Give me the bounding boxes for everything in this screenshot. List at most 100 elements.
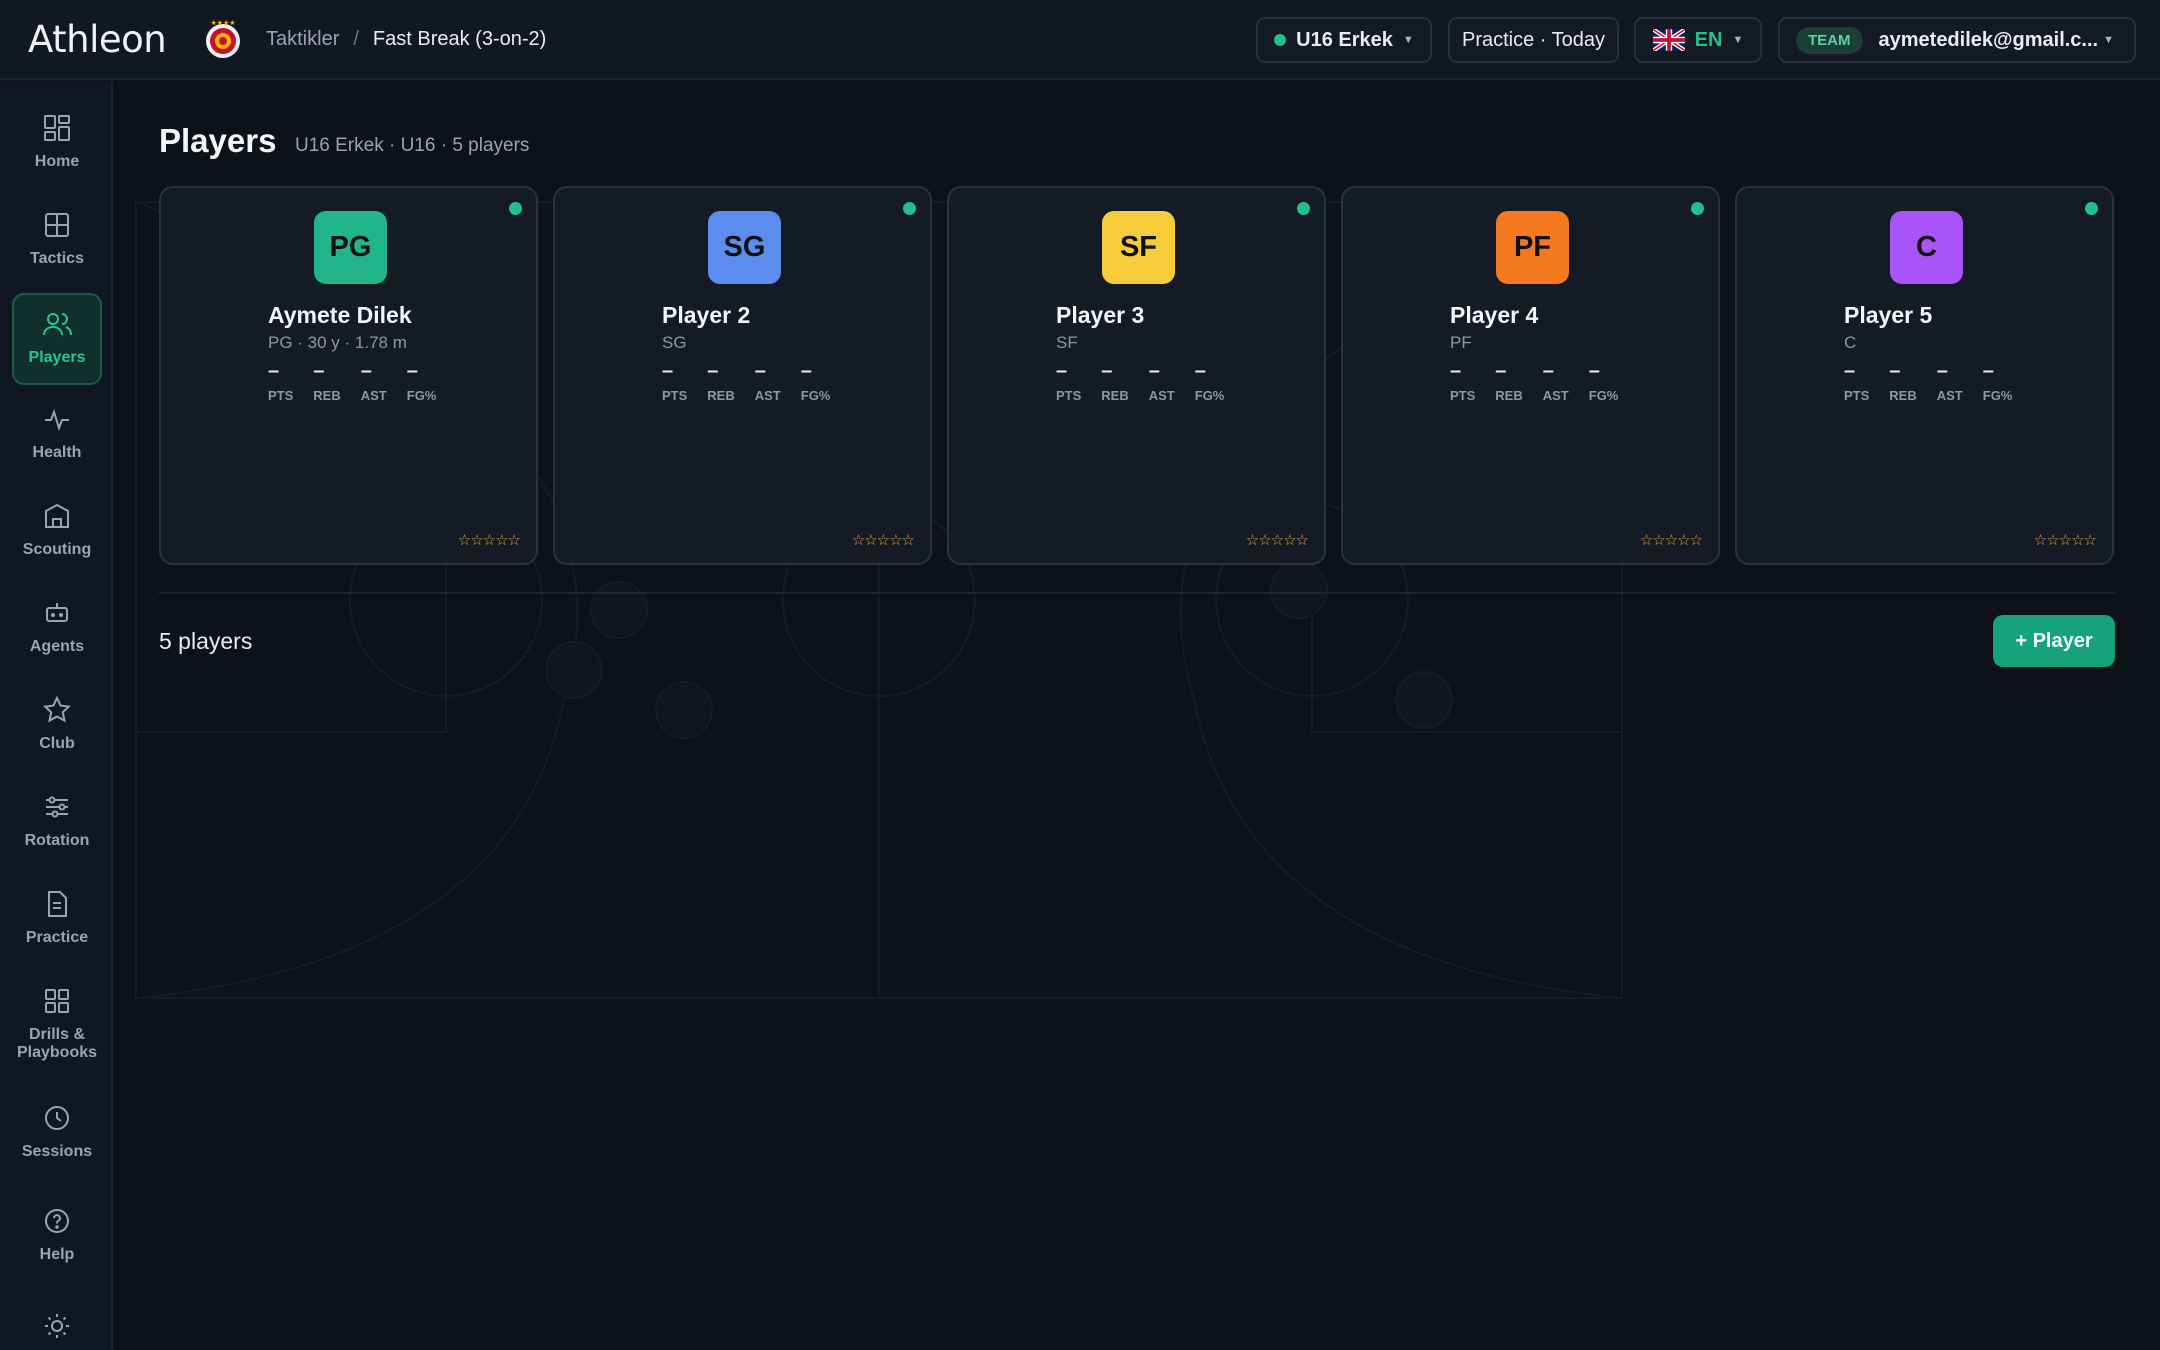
player-name[interactable]: Player 5 bbox=[1844, 302, 1932, 329]
sidebar-item-label: Club bbox=[39, 735, 75, 752]
stat-label: FG% bbox=[800, 388, 831, 403]
sidebar-item-rotation[interactable]: Rotation bbox=[12, 792, 102, 850]
stat-label: AST bbox=[1542, 388, 1569, 403]
grid-icon bbox=[45, 989, 69, 1013]
svg-text:★★★★: ★★★★ bbox=[210, 19, 235, 27]
player-card[interactable]: C Player 5 C – PTS – REB – AST – FG% ☆☆☆… bbox=[1735, 186, 2114, 565]
sidebar-item-club[interactable]: Club bbox=[12, 695, 102, 753]
tactics-icon bbox=[45, 213, 69, 237]
player-name[interactable]: Aymete Dilek bbox=[268, 302, 412, 329]
player-name[interactable]: Player 4 bbox=[1450, 302, 1538, 329]
stat-value: – bbox=[1844, 360, 1856, 382]
stat-value: – bbox=[1101, 360, 1113, 382]
sidebar-item-home[interactable]: Home bbox=[12, 113, 102, 171]
language-select[interactable]: EN ▼ bbox=[1634, 17, 1762, 63]
stat-reb: – REB bbox=[1889, 360, 1916, 403]
sidebar: Home Tactics Players Health Scouting Age… bbox=[0, 81, 113, 1350]
sidebar-item-label: Health bbox=[32, 444, 82, 461]
breadcrumb-separator: / bbox=[353, 28, 359, 50]
rating-stars[interactable]: ☆☆☆☆☆ bbox=[1246, 531, 1309, 549]
sidebar-item-scouting[interactable]: Scouting bbox=[12, 501, 102, 559]
chevron-down-icon: ▼ bbox=[2103, 34, 2114, 46]
sidebar-item-label: Practice bbox=[25, 929, 89, 946]
stat-reb: – REB bbox=[313, 360, 340, 403]
player-card[interactable]: SG Player 2 SG – PTS – REB – AST – FG% ☆… bbox=[553, 186, 932, 565]
stat-value: – bbox=[800, 360, 812, 382]
stat-value: – bbox=[1495, 360, 1507, 382]
sidebar-item-practice[interactable]: Practice bbox=[12, 889, 102, 947]
sliders-icon bbox=[46, 796, 68, 818]
rating-stars[interactable]: ☆☆☆☆☆ bbox=[2034, 531, 2097, 549]
app-logo[interactable]: Athleon bbox=[28, 18, 167, 61]
stat-value: – bbox=[313, 360, 325, 382]
player-avatar: C bbox=[1890, 211, 1963, 284]
page-title: Players bbox=[159, 122, 277, 159]
session-select[interactable]: Practice · Today bbox=[1448, 17, 1619, 63]
sidebar-item-label: Players bbox=[28, 349, 86, 366]
sidebar-item-players[interactable]: Players bbox=[12, 293, 102, 385]
player-card[interactable]: PF Player 4 PF – PTS – REB – AST – FG% ☆… bbox=[1341, 186, 1720, 565]
rating-stars[interactable]: ☆☆☆☆☆ bbox=[852, 531, 915, 549]
sidebar-item-help[interactable]: Help bbox=[12, 1206, 102, 1264]
sidebar-item-health[interactable]: Health bbox=[12, 404, 102, 462]
stat-label: AST bbox=[1936, 388, 1963, 403]
chevron-down-icon: ▼ bbox=[1402, 34, 1414, 46]
stat-value: – bbox=[1542, 360, 1554, 382]
team-status-dot bbox=[1274, 34, 1287, 46]
stat-reb: – REB bbox=[1101, 360, 1128, 403]
stat-value: – bbox=[1450, 360, 1462, 382]
divider bbox=[159, 592, 2115, 594]
stat-pts: – PTS bbox=[662, 360, 687, 403]
stat-label: PTS bbox=[1450, 388, 1476, 403]
stat-value: – bbox=[1194, 360, 1206, 382]
stat-pts: – PTS bbox=[1056, 360, 1081, 403]
rating-stars[interactable]: ☆☆☆☆☆ bbox=[1640, 531, 1703, 549]
player-stats: – PTS – REB – AST – FG% bbox=[662, 360, 830, 403]
account-menu[interactable]: TEAM aymetedilek@gmail.c... ▼ bbox=[1778, 17, 2136, 63]
sidebar-item-label: Scouting bbox=[22, 541, 92, 558]
stat-fg-pct: – FG% bbox=[1983, 360, 2013, 403]
sidebar-item-tactics[interactable]: Tactics bbox=[12, 210, 102, 268]
stat-reb: – REB bbox=[1495, 360, 1522, 403]
top-bar: Athleon ★★★★ Taktikler / Fast Break (3-o… bbox=[0, 0, 2160, 80]
sidebar-item-label: Sessions bbox=[21, 1143, 93, 1160]
sidebar-item-sessions[interactable]: Sessions bbox=[12, 1103, 102, 1161]
sidebar-item-label: Home bbox=[34, 153, 80, 170]
stat-label: FG% bbox=[406, 388, 437, 403]
status-dot bbox=[1691, 202, 1704, 215]
stat-ast: – AST bbox=[1149, 360, 1175, 403]
rating-stars[interactable]: ☆☆☆☆☆ bbox=[458, 531, 521, 549]
player-avatar: PG bbox=[314, 211, 387, 284]
player-name[interactable]: Player 3 bbox=[1056, 302, 1144, 329]
stat-label: FG% bbox=[1588, 388, 1619, 403]
sidebar-item-label: Rotation bbox=[24, 832, 90, 849]
status-dot bbox=[509, 202, 522, 215]
stat-label: PTS bbox=[268, 388, 294, 403]
stat-label: REB bbox=[1495, 388, 1523, 403]
player-card[interactable]: SF Player 3 SF – PTS – REB – AST – FG% ☆… bbox=[947, 186, 1326, 565]
session-select-label: Practice · Today bbox=[1461, 28, 1606, 51]
player-name[interactable]: Player 2 bbox=[662, 302, 750, 329]
stat-value: – bbox=[268, 360, 280, 382]
player-avatar: PF bbox=[1496, 211, 1569, 284]
stat-value: – bbox=[1588, 360, 1600, 382]
sidebar-item-drills-playbooks[interactable]: Drills & Playbooks bbox=[12, 986, 102, 1062]
stat-value: – bbox=[1936, 360, 1948, 382]
add-player-button[interactable]: + Player bbox=[1993, 615, 2115, 667]
player-stats: – PTS – REB – AST – FG% bbox=[268, 360, 436, 403]
stat-value: – bbox=[1889, 360, 1901, 382]
team-select-label: U16 Erkek bbox=[1296, 28, 1393, 51]
team-select[interactable]: U16 Erkek ▼ bbox=[1256, 17, 1432, 63]
stat-ast: – AST bbox=[1543, 360, 1569, 403]
theme-toggle[interactable] bbox=[12, 1311, 102, 1350]
player-card[interactable]: PG Aymete Dilek PG · 30 y · 1.78 m – PTS… bbox=[159, 186, 538, 565]
stat-label: AST bbox=[1148, 388, 1175, 403]
chevron-down-icon: ▼ bbox=[1732, 34, 1744, 46]
breadcrumb-parent[interactable]: Taktikler bbox=[266, 28, 339, 51]
stat-fg-pct: – FG% bbox=[1195, 360, 1225, 403]
stat-reb: – REB bbox=[707, 360, 734, 403]
stat-pts: – PTS bbox=[1450, 360, 1475, 403]
sidebar-item-agents[interactable]: Agents bbox=[12, 598, 102, 656]
stat-ast: – AST bbox=[755, 360, 781, 403]
player-meta: C bbox=[1844, 333, 1857, 352]
